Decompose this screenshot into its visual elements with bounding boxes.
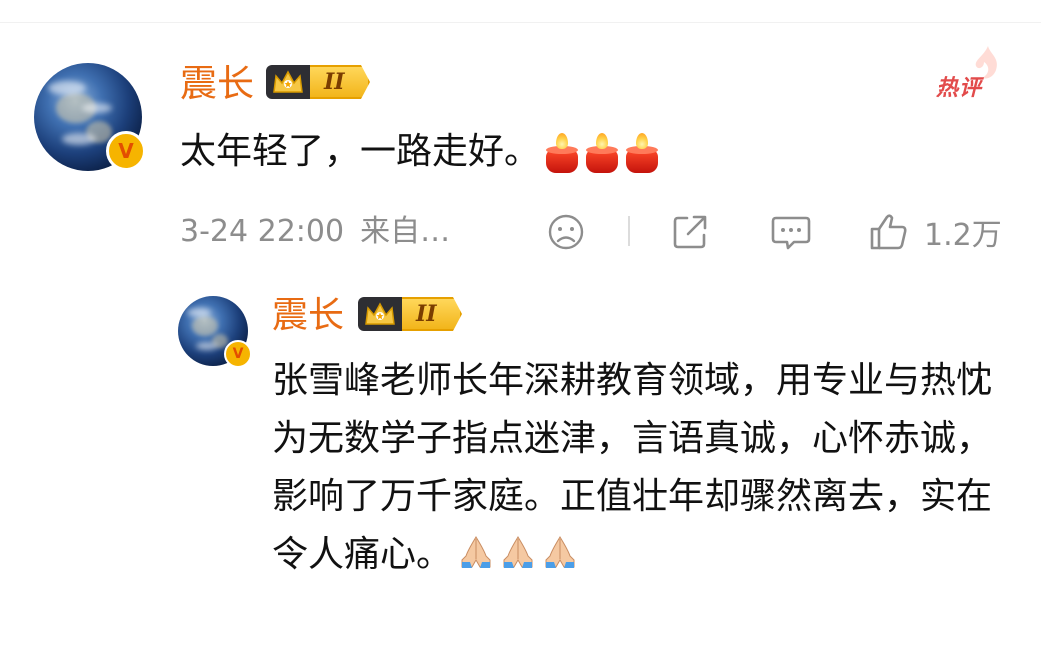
- level-label: II: [402, 297, 462, 331]
- avatar-cloud: [187, 308, 211, 317]
- hot-comment-tag: 热评: [936, 76, 983, 101]
- share-icon: [673, 215, 707, 249]
- avatar-cloud: [62, 133, 96, 145]
- like-button[interactable]: 1.2万: [868, 210, 1002, 254]
- source-link[interactable]: 来自…: [360, 214, 450, 249]
- dislike-button[interactable]: [546, 210, 586, 254]
- reply-avatar[interactable]: V: [178, 296, 252, 368]
- reply-level-badge[interactable]: II: [358, 296, 462, 332]
- divider: [0, 22, 1041, 23]
- candle-emoji-icon: [584, 133, 620, 173]
- level-label: II: [310, 65, 370, 99]
- reply-username[interactable]: 震长: [272, 294, 344, 338]
- candle-emoji-icon: [544, 133, 580, 173]
- avatar-cloud: [196, 342, 218, 350]
- weibo-comment-thread: V 震长 II 热评 太年轻了，一路走好。 3-24 22:00 来自… 1.2…: [0, 0, 1041, 655]
- crown-icon: [358, 297, 402, 331]
- reply-body: 张雪峰老师长年深耕教育领域，用专业与热忱为无数学子指点迷津，言语真诚，心怀赤诚，…: [272, 360, 993, 575]
- emoji-group: [544, 133, 660, 173]
- reply-text: 张雪峰老师长年深耕教育领域，用专业与热忱为无数学子指点迷津，言语真诚，心怀赤诚，…: [272, 352, 992, 584]
- praying-hands-emoji-icon: [503, 536, 533, 568]
- comment-meta: 3-24 22:00 来自…: [180, 210, 450, 254]
- share-button[interactable]: [670, 210, 710, 254]
- like-count: 1.2万: [924, 218, 1002, 253]
- sad-face-icon: [548, 214, 584, 250]
- praying-hands-emoji-icon: [545, 536, 575, 568]
- comment-icon: [771, 216, 811, 250]
- verified-badge-icon: V: [106, 131, 146, 171]
- comment-body: 太年轻了，一路走好。: [180, 131, 541, 172]
- avatar-land: [192, 316, 218, 336]
- timestamp: 3-24 22:00: [180, 214, 345, 249]
- thumbs-up-icon: [870, 214, 907, 250]
- avatar[interactable]: V: [34, 63, 146, 171]
- action-divider: [628, 216, 630, 246]
- comment-text: 太年轻了，一路走好。: [180, 128, 660, 176]
- avatar-cloud: [48, 81, 86, 95]
- avatar-cloud: [82, 103, 112, 113]
- reply-button[interactable]: [770, 210, 812, 254]
- verified-badge-icon: V: [224, 340, 252, 368]
- level-badge[interactable]: II: [266, 64, 370, 100]
- praying-hands-emoji-icon: [461, 536, 491, 568]
- username[interactable]: 震长: [180, 62, 254, 106]
- candle-emoji-icon: [624, 133, 660, 173]
- crown-icon: [266, 65, 310, 99]
